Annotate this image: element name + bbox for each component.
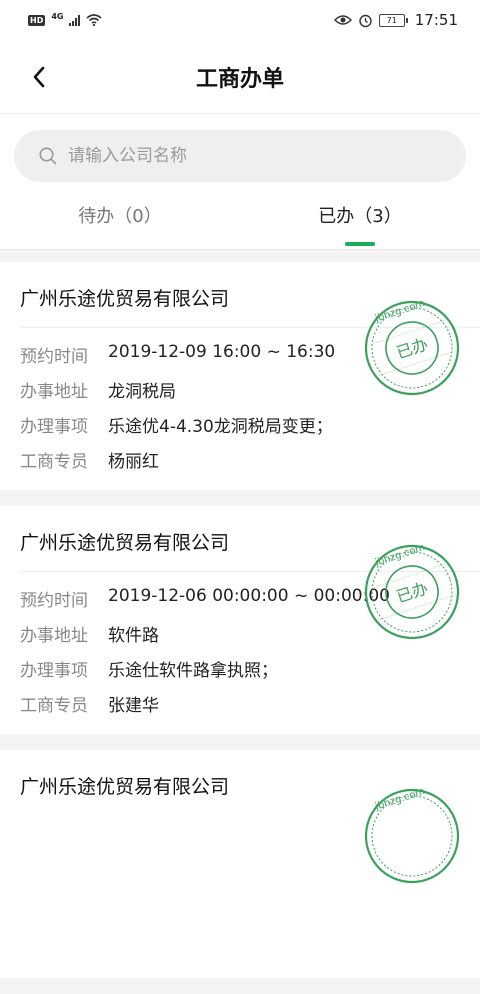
- wifi-icon: [86, 14, 103, 26]
- tab-pending[interactable]: 待办（0）: [0, 198, 240, 249]
- value-item: 乐途优4-4.30龙洞税局变更；: [108, 417, 333, 437]
- eye-icon: [333, 15, 352, 25]
- value-address: 龙洞税局: [108, 382, 176, 402]
- label-appointment-time: 预约时间: [20, 591, 88, 611]
- label-item: 办理事项: [20, 661, 88, 681]
- done-stamp-icon: jbhzg.com 已办: [364, 298, 461, 396]
- alarm-icon: [359, 14, 372, 27]
- search-box[interactable]: [14, 130, 466, 182]
- tab-pending-label: 待办（0）: [78, 206, 162, 227]
- row-address: 办事地址 龙洞税局: [20, 377, 176, 402]
- value-item: 乐途仕软件路拿执照；: [108, 661, 278, 681]
- value-appointment-time: 2019-12-06 00:00:00 ~ 00:00:00: [108, 586, 390, 606]
- search-input[interactable]: [66, 145, 450, 167]
- value-address: 软件路: [108, 626, 159, 646]
- value-agent: 张建华: [108, 696, 159, 716]
- status-left: HD 4G: [28, 11, 103, 26]
- label-address: 办事地址: [20, 382, 88, 402]
- done-stamp-icon: jbhzg.com: [364, 786, 460, 884]
- search-tabs-area: 待办（0） 已办（3）: [0, 114, 480, 250]
- hd-indicator: HD: [28, 14, 46, 26]
- company-name: 广州乐途优贸易有限公司: [20, 288, 230, 310]
- value-agent: 杨丽红: [108, 452, 159, 472]
- stamp-site: jbhzg.com: [373, 542, 426, 569]
- label-item: 办理事项: [20, 417, 88, 437]
- stamp-text: 已办: [394, 578, 430, 606]
- status-right: 71 17:51: [333, 11, 458, 29]
- label-appointment-time: 预约时间: [20, 347, 88, 367]
- chevron-left-icon: [33, 66, 45, 88]
- done-stamp-icon: jbhzg.com 已办: [364, 542, 461, 640]
- nav-bar: 工商办单: [0, 40, 480, 114]
- row-item: 办理事项 乐途仕软件路拿执照；: [20, 656, 278, 681]
- search-icon: [39, 147, 57, 165]
- order-card[interactable]: 广州乐途优贸易有限公司 预约时间 2019-12-09 16:00 ~ 16:3…: [0, 262, 480, 490]
- order-card[interactable]: 广州乐途优贸易有限公司 预约时间 2019-12-06 00:00:00 ~ 0…: [0, 506, 480, 734]
- row-agent: 工商专员 张建华: [20, 691, 159, 716]
- clock: 17:51: [414, 11, 458, 29]
- row-item: 办理事项 乐途优4-4.30龙洞税局变更；: [20, 412, 333, 437]
- battery-icon: 71: [378, 13, 408, 27]
- stamp-text: 已办: [394, 334, 430, 362]
- order-card[interactable]: 广州乐途优贸易有限公司 jbhzg.com: [0, 750, 480, 978]
- order-list: 广州乐途优贸易有限公司 预约时间 2019-12-09 16:00 ~ 16:3…: [0, 262, 480, 994]
- label-address: 办事地址: [20, 626, 88, 646]
- signal-icon: [69, 14, 81, 26]
- page-title: 工商办单: [195, 66, 284, 92]
- row-appointment-time: 预约时间 2019-12-09 16:00 ~ 16:30: [20, 342, 335, 367]
- label-agent: 工商专员: [20, 452, 88, 472]
- tab-active-indicator: [345, 242, 375, 246]
- tab-done-label: 已办（3）: [318, 206, 402, 227]
- value-appointment-time: 2019-12-09 16:00 ~ 16:30: [108, 342, 336, 362]
- status-bar: HD 4G 71 17:51: [0, 0, 480, 40]
- company-name: 广州乐途优贸易有限公司: [20, 532, 230, 554]
- label-agent: 工商专员: [20, 696, 88, 716]
- tab-done[interactable]: 已办（3）: [240, 198, 480, 249]
- network-type: 4G: [51, 11, 64, 21]
- tab-bar: 待办（0） 已办（3）: [0, 198, 480, 250]
- row-appointment-time: 预约时间 2019-12-06 00:00:00 ~ 00:00:00: [20, 586, 390, 611]
- row-address: 办事地址 软件路: [20, 621, 159, 646]
- back-button[interactable]: [22, 60, 56, 94]
- stamp-site: jbhzg.com: [373, 298, 426, 325]
- company-name: 广州乐途优贸易有限公司: [20, 776, 230, 798]
- row-agent: 工商专员 杨丽红: [20, 447, 159, 472]
